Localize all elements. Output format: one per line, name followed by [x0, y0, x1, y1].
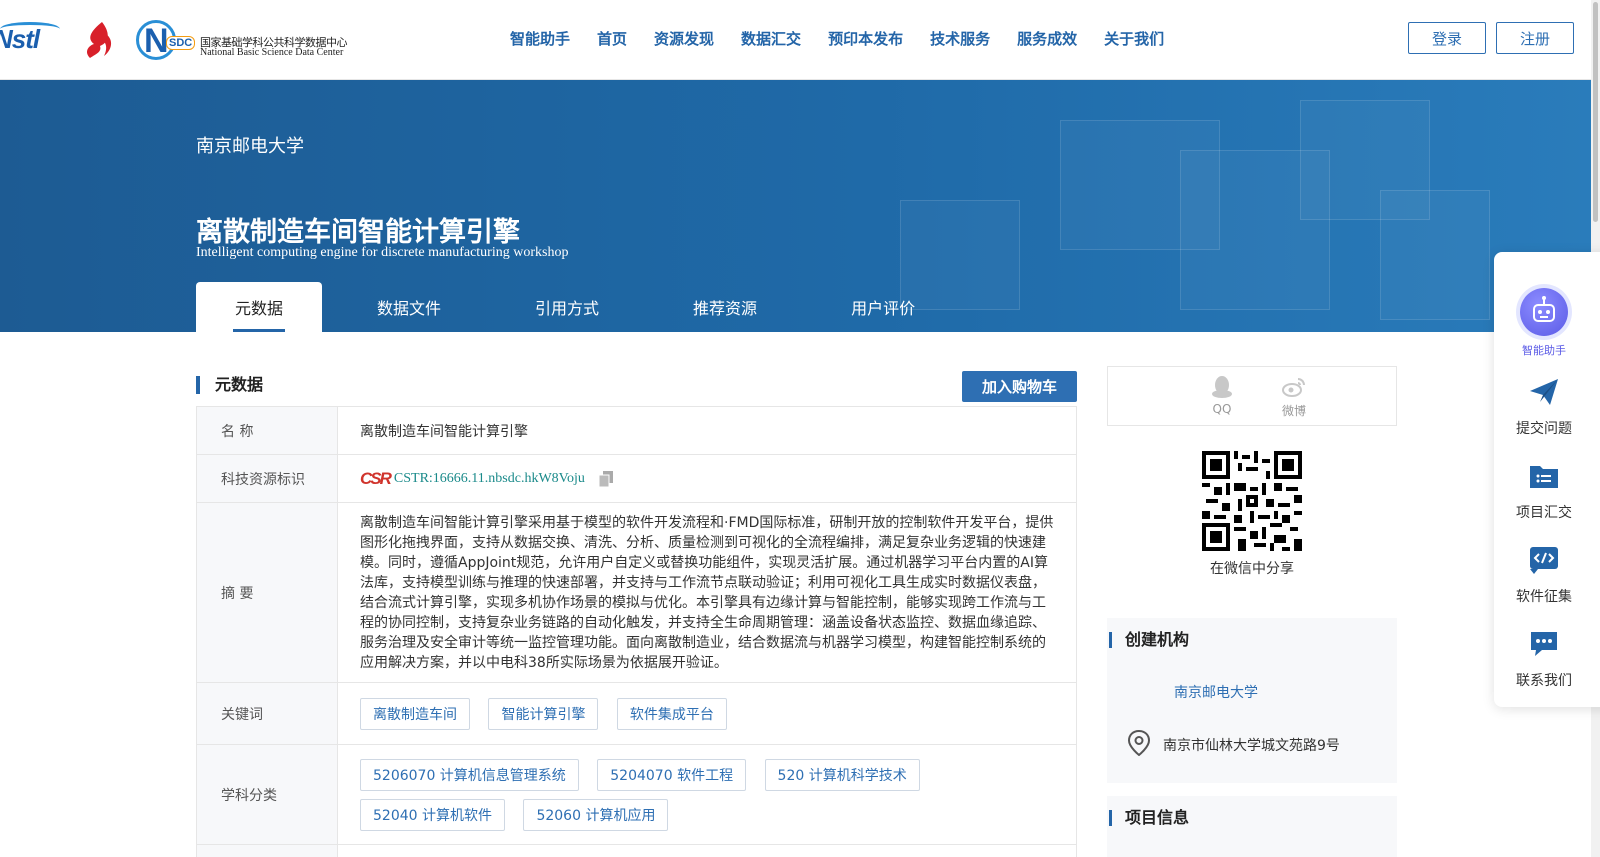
- add-to-cart-button[interactable]: 加入购物车: [962, 371, 1077, 402]
- keyword-tag[interactable]: 软件集成平台: [616, 697, 727, 730]
- float-ai-assistant[interactable]: 智能助手: [1494, 288, 1594, 358]
- creator-address: 南京市仙林大学城文苑路9号: [1163, 738, 1340, 754]
- tab-citation[interactable]: 引用方式: [496, 282, 638, 332]
- nstl-logo[interactable]: Nstl: [0, 24, 40, 55]
- subject-tag[interactable]: 5204070 软件工程: [597, 758, 747, 791]
- float-project-label: 项目汇交: [1516, 505, 1572, 521]
- cstr-wrap: CSR CSTR:16666.11.nbsdc.hkW8Voju: [360, 469, 1054, 489]
- keyword-tag[interactable]: 智能计算引擎: [488, 697, 599, 730]
- float-contact-us[interactable]: 联系我们: [1494, 628, 1594, 690]
- nav-home[interactable]: 首页: [597, 28, 627, 49]
- cstr-logo-icon: CSR: [360, 468, 392, 488]
- float-software-label: 软件征集: [1516, 589, 1572, 605]
- abstract-cell: 离散制造车间智能计算引擎采用基于模型的软件开发流程和·FMD国际标准，研制开放的…: [337, 502, 1077, 683]
- folder-list-icon: [1530, 466, 1558, 488]
- tab-recommended[interactable]: 推荐资源: [654, 282, 796, 332]
- subject-tag[interactable]: 52040 计算机软件: [360, 798, 505, 831]
- chat-bubble-icon: [1531, 632, 1557, 656]
- project-panel: 项目信息: [1107, 796, 1397, 857]
- next-row-value: [337, 844, 1077, 857]
- metadata-section-title: 元数据: [196, 376, 263, 394]
- name-value: 离散制造车间智能计算引擎: [337, 406, 1077, 455]
- creator-panel: 创建机构 南京邮电大学 南京市仙林大学城文苑路9号: [1107, 618, 1397, 783]
- wechat-share-label: 在微信中分享: [1210, 561, 1294, 577]
- nav-service-results[interactable]: 服务成效: [1017, 28, 1077, 49]
- site-header: Nstl N SDC 国家基础学科公共科学数据中心 National Basic…: [0, 0, 1600, 80]
- subject-tag[interactable]: 52060 计算机应用: [523, 798, 669, 831]
- table-row: 科技资源标识 CSR CSTR:16666.11.nbsdc.hkW8Voju: [196, 454, 1077, 503]
- floating-sidebar: 智能助手 提交问题 项目汇交 软件征集 联系我们: [1494, 252, 1600, 707]
- share-box: QQ 微博: [1107, 366, 1397, 426]
- float-submit-question[interactable]: 提交问题: [1494, 376, 1594, 438]
- table-row: 学科分类 5206070 计算机信息管理系统 5204070 软件工程 520 …: [196, 744, 1077, 845]
- project-panel-title: 项目信息: [1109, 810, 1189, 826]
- subject-tag[interactable]: 520 计算机科学技术: [764, 758, 920, 791]
- table-row: 摘 要 离散制造车间智能计算引擎采用基于模型的软件开发流程和·FMD国际标准，研…: [196, 502, 1077, 683]
- resource-tabs: 元数据 数据文件 引用方式 推荐资源 用户评价: [196, 282, 954, 332]
- paper-plane-icon: [1530, 379, 1558, 405]
- code-icon: [1530, 547, 1558, 574]
- table-row: 名 称 离散制造车间智能计算引擎: [196, 406, 1077, 455]
- subject-cell: 5206070 计算机信息管理系统 5204070 软件工程 520 计算机科学…: [337, 744, 1077, 845]
- next-row-key: [196, 844, 338, 857]
- nav-resource-discovery[interactable]: 资源发现: [654, 28, 714, 49]
- resource-title-en: Intelligent computing engine for discret…: [196, 245, 569, 260]
- nav-ai-assistant[interactable]: 智能助手: [510, 28, 570, 49]
- location-pin-icon: [1127, 730, 1151, 756]
- abstract-value: 离散制造车间智能计算引擎采用基于模型的软件开发流程和·FMD国际标准，研制开放的…: [360, 514, 1054, 671]
- name-key: 名 称: [196, 406, 338, 455]
- qq-label: QQ: [1212, 402, 1232, 416]
- wechat-qr-code: [1202, 451, 1302, 551]
- nsdc-logo-letter[interactable]: N: [144, 22, 169, 61]
- subject-tag[interactable]: 5206070 计算机信息管理系统: [360, 758, 579, 791]
- identifier-key: 科技资源标识: [196, 454, 338, 503]
- qq-icon: [1212, 376, 1232, 398]
- robot-icon: [1520, 288, 1568, 336]
- creator-panel-title: 创建机构: [1109, 632, 1189, 648]
- page-scrollbar-thumb[interactable]: [1593, 2, 1598, 222]
- float-submit-label: 提交问题: [1516, 421, 1572, 437]
- nsdc-logo-en: National Basic Science Data Center: [200, 47, 344, 58]
- tab-reviews[interactable]: 用户评价: [812, 282, 954, 332]
- nav-tech-service[interactable]: 技术服务: [930, 28, 990, 49]
- share-weibo[interactable]: 微博: [1274, 375, 1314, 419]
- banner-decoration: [1380, 190, 1490, 320]
- subject-key: 学科分类: [196, 744, 338, 845]
- keyword-tag[interactable]: 离散制造车间: [360, 697, 470, 730]
- share-qq[interactable]: QQ: [1202, 375, 1242, 416]
- tab-data-files[interactable]: 数据文件: [338, 282, 480, 332]
- float-ai-label: 智能助手: [1522, 344, 1566, 357]
- abstract-key: 摘 要: [196, 502, 338, 683]
- weibo-icon: [1282, 378, 1305, 397]
- float-contact-label: 联系我们: [1516, 673, 1572, 689]
- resource-title: 离散制造车间智能计算引擎: [196, 217, 520, 248]
- nav-preprint[interactable]: 预印本发布: [828, 28, 903, 49]
- nav-about[interactable]: 关于我们: [1104, 28, 1164, 49]
- login-button[interactable]: 登录: [1408, 22, 1486, 54]
- float-software-collection[interactable]: 软件征集: [1494, 544, 1594, 606]
- nsdc-logo-badge: SDC: [166, 36, 196, 50]
- keywords-cell: 离散制造车间 智能计算引擎 软件集成平台: [337, 682, 1077, 745]
- float-project-submit[interactable]: 项目汇交: [1494, 460, 1594, 522]
- cstr-link[interactable]: CSTR:16666.11.nbsdc.hkW8Voju: [394, 471, 585, 487]
- main-nav: 智能助手 首页 资源发现 数据汇交 预印本发布 技术服务 服务成效 关于我们: [510, 28, 1191, 49]
- weibo-label: 微博: [1281, 404, 1306, 418]
- keywords-key: 关键词: [196, 682, 338, 745]
- tab-metadata[interactable]: 元数据: [196, 282, 323, 332]
- identifier-value-cell: CSR CSTR:16666.11.nbsdc.hkW8Voju: [337, 454, 1077, 503]
- metadata-table: 名 称 离散制造车间智能计算引擎 科技资源标识 CSR CSTR:16666.1…: [196, 406, 1077, 857]
- register-button[interactable]: 注册: [1496, 22, 1574, 54]
- red-flame-logo-icon[interactable]: [80, 20, 120, 60]
- creator-name-link[interactable]: 南京邮电大学: [1174, 682, 1258, 702]
- table-row: 关键词 离散制造车间 智能计算引擎 软件集成平台: [196, 682, 1077, 745]
- nav-data-submission[interactable]: 数据汇交: [741, 28, 801, 49]
- table-row: [196, 844, 1077, 857]
- institution-name[interactable]: 南京邮电大学: [196, 132, 304, 158]
- copy-icon[interactable]: [598, 470, 613, 487]
